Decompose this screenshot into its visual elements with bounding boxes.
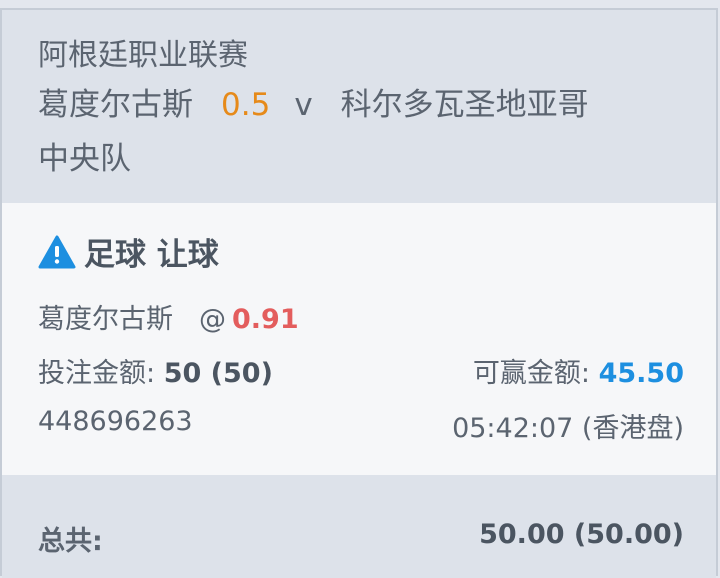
bet-type-label: 足球 让球 bbox=[84, 237, 219, 273]
payout-value: 45.50 bbox=[598, 358, 684, 389]
odds-prefix: @ bbox=[199, 304, 226, 335]
handicap-value: 0.5 bbox=[221, 87, 271, 123]
away-team: 科尔多瓦圣地亚哥 bbox=[340, 87, 589, 123]
ticket-id: 448696263 bbox=[38, 406, 193, 437]
match-header: 阿根廷职业联赛 葛度尔古斯 0.5 v 科尔多瓦圣地亚哥 中央队 bbox=[2, 10, 716, 203]
total-value: 50.00 (50.00) bbox=[479, 519, 684, 550]
bet-type: 足球 让球 bbox=[38, 229, 219, 274]
stake-label: 投注金额: bbox=[38, 358, 156, 389]
total-bar: 总共: 50.00 (50.00) bbox=[2, 475, 716, 578]
warning-icon bbox=[38, 235, 76, 268]
selection-row: 葛度尔古斯 @0.91 bbox=[38, 297, 684, 336]
home-team: 葛度尔古斯 bbox=[38, 87, 193, 123]
bet-detail-card: 足球 让球 葛度尔古斯 @0.91 投注金额: 50 (50) 可赢金额: 45.… bbox=[2, 203, 716, 475]
total-label: 总共: bbox=[38, 526, 103, 557]
match-teams: 葛度尔古斯 0.5 v 科尔多瓦圣地亚哥 中央队 bbox=[38, 78, 686, 186]
stake-value: 50 (50) bbox=[163, 358, 273, 389]
bet-time: 05:42:07 (香港盘) bbox=[452, 413, 684, 444]
versus-label: v bbox=[294, 87, 313, 123]
league-name: 阿根廷职业联赛 bbox=[38, 38, 248, 73]
away-team-continued: 中央队 bbox=[38, 141, 131, 177]
selection-team: 葛度尔古斯 bbox=[38, 304, 173, 335]
amount-row: 投注金额: 50 (50) 可赢金额: 45.50 bbox=[38, 351, 684, 390]
ticket-row: 448696263 05:42:07 (香港盘) bbox=[38, 406, 684, 445]
bet-slip: 阿根廷职业联赛 葛度尔古斯 0.5 v 科尔多瓦圣地亚哥 中央队 足球 让球 葛度尔古… bbox=[0, 8, 718, 578]
payout-label: 可赢金额: bbox=[472, 358, 590, 389]
odds-value: 0.91 bbox=[232, 304, 299, 335]
